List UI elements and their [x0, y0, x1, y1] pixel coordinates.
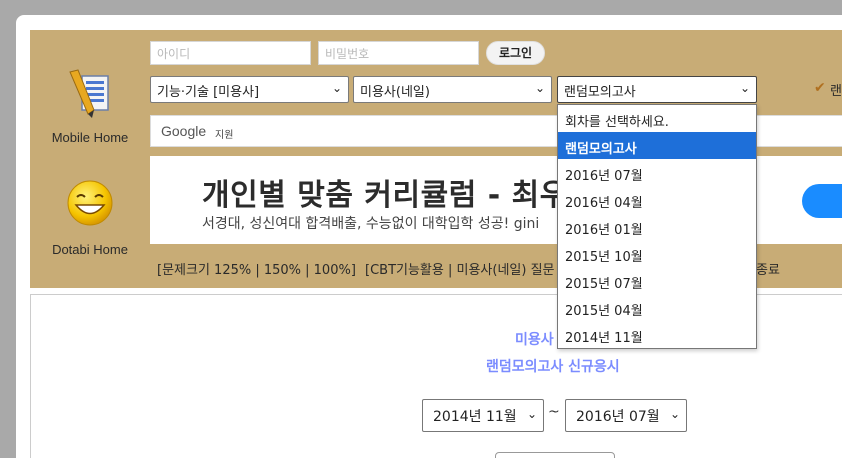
checkbox-label[interactable]: 랜 — [830, 80, 842, 99]
document-pencil-icon — [69, 69, 109, 118]
mobile-home-label: Mobile Home — [51, 130, 129, 145]
cbt-links[interactable]: [CBT기능활용 | 미용사(네일) 질문 — [365, 259, 555, 278]
id-input[interactable]: 아이디 — [150, 41, 311, 65]
dropdown-option[interactable]: 회차를 선택하세요. — [558, 105, 756, 132]
smiley-face-icon — [67, 180, 113, 226]
ad-title: 개인별 맞춤 커리큘럼 - 최우 — [202, 178, 568, 213]
dropdown-option[interactable]: 2014년 11월 — [558, 321, 756, 348]
end-link[interactable]: 종료 — [756, 259, 780, 278]
google-logo: Google — [161, 123, 207, 139]
mobile-home-link[interactable]: Mobile Home — [30, 66, 150, 145]
range-separator: ~ — [548, 404, 560, 420]
checkmark-icon[interactable]: ✔ — [814, 80, 826, 96]
dotabi-home-link[interactable]: Dotabi Home — [30, 178, 150, 257]
dropdown-option-selected[interactable]: 랜덤모의고사 — [558, 132, 756, 159]
subject-select-value: 미용사(네일) — [360, 85, 430, 100]
dotabi-home-label: Dotabi Home — [52, 242, 128, 257]
chevron-down-icon: ⌄ — [526, 407, 537, 421]
subject-heading: 미용사 — [515, 332, 554, 348]
dropdown-option[interactable]: 2015년 04월 — [558, 294, 756, 321]
exam-select-value: 랜덤모의고사 — [564, 85, 636, 100]
login-button[interactable]: 로그인 — [486, 41, 545, 65]
category-select-value: 기능·기술 [미용사] — [157, 85, 260, 100]
dropdown-option[interactable]: 2016년 04월 — [558, 186, 756, 213]
range-to-select[interactable]: 2016년 07월 ⌄ — [565, 399, 687, 432]
font-size-links[interactable]: [문제크기 125% | 150% | 100%] — [157, 259, 356, 278]
chevron-down-icon: ⌄ — [739, 81, 750, 95]
chevron-down-icon: ⌄ — [534, 81, 545, 95]
ad-subtitle: 서경대, 성신여대 합격배출, 수능없이 대학입학 성공! gini — [202, 216, 540, 232]
dropdown-option[interactable]: 2016년 01월 — [558, 213, 756, 240]
google-sub-label: 지원 — [215, 130, 234, 141]
chevron-down-icon: ⌄ — [669, 407, 680, 421]
dropdown-option[interactable]: 2015년 10월 — [558, 240, 756, 267]
range-to-value: 2016년 07월 — [576, 409, 660, 425]
category-select[interactable]: 기능·기술 [미용사] ⌄ — [150, 76, 349, 103]
exam-select[interactable]: 랜덤모의고사 ⌄ — [557, 76, 757, 103]
subject-select[interactable]: 미용사(네일) ⌄ — [353, 76, 552, 103]
chevron-down-icon: ⌄ — [331, 81, 342, 95]
range-from-value: 2014년 11월 — [433, 409, 517, 425]
password-input[interactable]: 비밀번호 — [318, 41, 479, 65]
dropdown-option[interactable]: 2016년 07월 — [558, 159, 756, 186]
exam-dropdown-list[interactable]: 회차를 선택하세요. 랜덤모의고사 2016년 07월 2016년 04월 20… — [557, 104, 757, 349]
exam-heading: 랜덤모의고사 신규응시 — [486, 359, 620, 375]
range-from-select[interactable]: 2014년 11월 ⌄ — [422, 399, 544, 432]
dropdown-option[interactable]: 2015년 07월 — [558, 267, 756, 294]
submit-button[interactable] — [495, 452, 615, 458]
ad-action-button[interactable] — [802, 184, 842, 218]
